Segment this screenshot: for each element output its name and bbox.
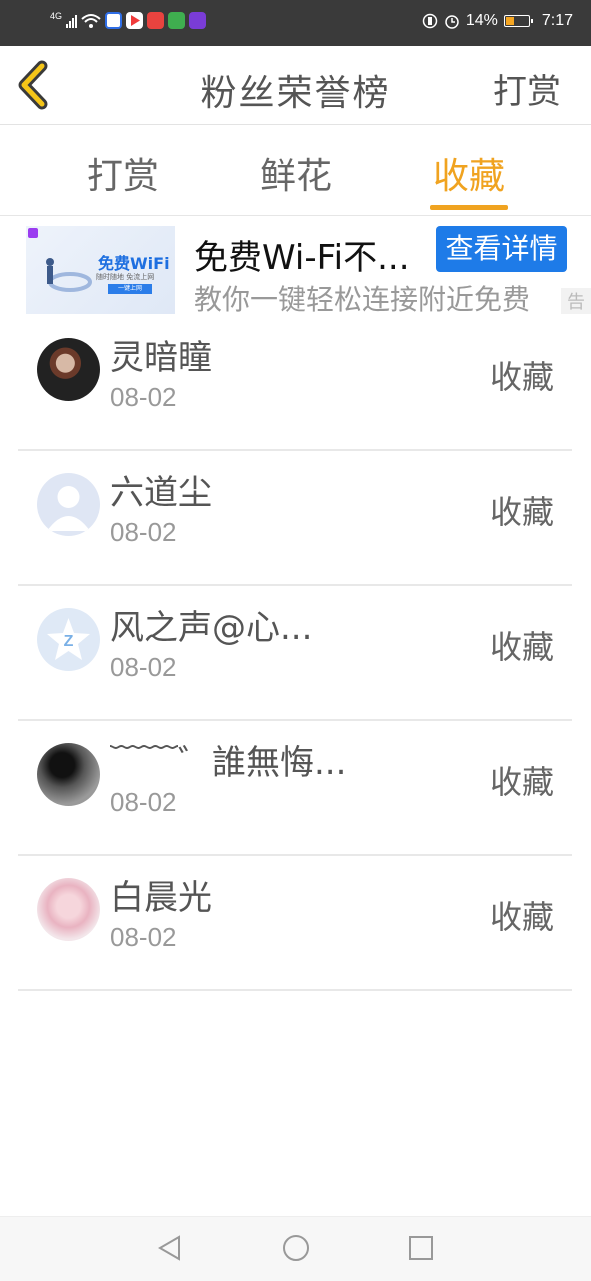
network-type: 4G [50, 10, 63, 21]
list-item[interactable]: ﹋﹋゛誰無悔... 08-02 收藏 [18, 721, 572, 856]
player-app-icon [189, 12, 207, 29]
wifi-icon [81, 13, 101, 28]
ad-thumb-button: 一键上网 [108, 284, 152, 294]
system-nav-bar [0, 1216, 591, 1281]
reward-button[interactable]: 打赏 [493, 64, 561, 113]
recents-square-icon[interactable] [406, 1233, 436, 1263]
ad-banner[interactable]: 免费WiFi 随时随地 免流上网 一键上网 免费Wi-Fi不... 教你一键轻松… [0, 216, 591, 316]
list-item[interactable]: Z 风之声@心... 08-02 收藏 [18, 586, 572, 721]
list-item[interactable]: 白晨光 08-02 收藏 [18, 856, 572, 991]
svg-text:Z: Z [64, 633, 74, 650]
alarm-icon [445, 15, 459, 29]
tab-favorites[interactable]: 收藏 [409, 147, 529, 199]
battery-icon [503, 15, 533, 27]
fan-action: 收藏 [489, 358, 554, 396]
fan-action: 收藏 [489, 898, 554, 936]
tab-flowers[interactable]: 鲜花 [236, 147, 356, 199]
fan-name: 六道尘 [110, 473, 212, 513]
status-right: 14% 7:17 [422, 12, 573, 30]
fan-date: 08-02 [110, 652, 177, 682]
baidu-app-icon [105, 12, 123, 29]
header-bar: 粉丝荣誉榜 打赏 [0, 46, 591, 125]
status-left: 4G [50, 10, 207, 29]
fan-name: 风之声@心... [110, 608, 313, 648]
list-item[interactable]: 灵暗瞳 08-02 收藏 [18, 316, 572, 451]
ad-thumb-subtitle: 随时随地 免流上网 [96, 273, 155, 281]
tab-bar: 打赏 鲜花 收藏 [0, 125, 591, 216]
music-app-icon [147, 12, 165, 29]
wifi-person-illustration [46, 258, 92, 292]
fan-date: 08-02 [110, 787, 177, 817]
ad-title[interactable]: 免费Wi-Fi不... [194, 230, 410, 279]
back-triangle-icon[interactable] [155, 1233, 185, 1263]
fan-date: 08-02 [110, 517, 177, 547]
tab-reward[interactable]: 打赏 [63, 147, 183, 199]
home-circle-icon[interactable] [281, 1233, 311, 1263]
ad-label: 告 [561, 288, 591, 314]
avatar[interactable]: Z [37, 608, 100, 671]
fan-date: 08-02 [110, 922, 177, 952]
fan-name: 灵暗瞳 [110, 338, 212, 378]
vibrate-icon [422, 13, 438, 29]
avatar[interactable] [37, 473, 100, 536]
fan-date: 08-02 [110, 382, 177, 412]
fan-name: ﹋﹋゛誰無悔... [110, 743, 347, 783]
fan-action: 收藏 [489, 763, 554, 801]
avatar[interactable] [37, 743, 100, 806]
ad-description[interactable]: 教你一键轻松连接附近免费 [194, 278, 564, 318]
fan-list: 灵暗瞳 08-02 收藏 六道尘 08-02 收藏 Z 风之声@心... 08-… [18, 316, 572, 991]
fan-action: 收藏 [489, 628, 554, 666]
signal-icon [66, 14, 78, 28]
avatar[interactable] [37, 338, 100, 401]
ad-thumb-title: 免费WiFi [98, 254, 170, 273]
battery-percent: 14% [465, 12, 498, 29]
fan-action: 收藏 [489, 493, 554, 531]
clock: 7:17 [541, 12, 573, 29]
status-bar: 4G 14% 7:17 [0, 0, 591, 46]
active-tab-indicator [430, 205, 508, 210]
ad-thumbnail[interactable]: 免费WiFi 随时随地 免流上网 一键上网 [26, 226, 175, 314]
camera-app-icon [168, 12, 186, 29]
fan-name: 白晨光 [110, 878, 212, 918]
list-item[interactable]: 六道尘 08-02 收藏 [18, 451, 572, 586]
ad-source-icon [28, 228, 38, 238]
video-app-icon [126, 12, 144, 29]
avatar[interactable] [37, 878, 100, 941]
ad-details-button[interactable]: 查看详情 [436, 226, 567, 272]
